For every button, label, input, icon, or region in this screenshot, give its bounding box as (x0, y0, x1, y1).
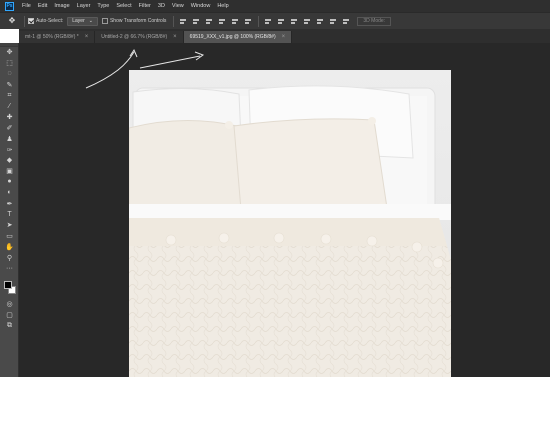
options-divider (24, 15, 25, 27)
path-select-tool-icon[interactable]: ➤ (0, 220, 19, 231)
document-tab-label: 69519_XXX_v1.jpg @ 100% (RGB/8#) (189, 34, 276, 40)
zoom-tool-icon[interactable]: ⚲ (0, 252, 19, 263)
menu-layer[interactable]: Layer (77, 3, 91, 9)
document-tab-active[interactable]: 69519_XXX_v1.jpg @ 100% (RGB/8#) × (183, 31, 293, 43)
menu-edit[interactable]: Edit (38, 3, 47, 9)
document-image-bedding[interactable] (129, 70, 451, 392)
auto-select-target-dropdown[interactable]: Layer ⌄ (67, 16, 98, 26)
align-vertical-centers-icon[interactable] (193, 17, 200, 25)
marquee-tool-icon[interactable]: ⬚ (0, 58, 19, 69)
move-tool-icon[interactable]: ✥ (0, 47, 19, 58)
document-tab-label: mt-1 @ 50% (RGB/8#) * (25, 34, 79, 40)
rectangle-tool-icon[interactable]: ▭ (0, 231, 19, 242)
3d-mode-label: 3D Mode: (357, 16, 392, 26)
move-tool-preset-icon[interactable]: ✥ (3, 15, 21, 27)
document-tab-bar: mt-1 @ 50% (RGB/8#) * × Untitled-2 @ 66.… (19, 29, 550, 43)
align-left-edges-icon[interactable] (219, 17, 226, 25)
close-icon[interactable]: × (282, 34, 286, 40)
auto-select-target-value: Layer (72, 17, 85, 24)
type-tool-icon[interactable]: T (0, 209, 19, 220)
menu-image[interactable]: Image (54, 3, 69, 9)
close-icon[interactable]: × (173, 34, 177, 40)
eraser-tool-icon[interactable]: ◆ (0, 155, 19, 166)
screen-mode-icon[interactable]: ▢ (0, 310, 19, 321)
options-divider (258, 15, 260, 27)
crop-tool-icon[interactable]: ⌗ (0, 90, 19, 101)
hand-tool-icon[interactable]: ✋ (0, 241, 19, 252)
menu-help[interactable]: Help (217, 3, 228, 9)
menu-view[interactable]: View (172, 3, 184, 9)
document-tab[interactable]: Untitled-2 @ 66.7% (RGB/8#) × (95, 31, 184, 43)
photoshop-logo-icon: Ps (5, 1, 14, 11)
healing-tool-icon[interactable]: ✚ (0, 112, 19, 123)
gradient-tool-icon[interactable]: ▣ (0, 166, 19, 177)
distribute-horizontal-centers-icon[interactable] (317, 17, 324, 25)
tools-panel: ✥ ⬚ ◌ ✎ ⌗ ⁄ ✚ ✐ ♟ ✑ ◆ ▣ ● ◐ ✒ T ➤ ▭ ✋ ⚲ … (0, 43, 19, 377)
menu-type[interactable]: Type (97, 3, 109, 9)
options-divider (173, 15, 175, 27)
auto-select-checkbox[interactable] (28, 18, 34, 24)
bedding-photo (129, 70, 451, 392)
menu-3d[interactable]: 3D (158, 3, 165, 9)
auto-align-layers-icon[interactable] (343, 17, 350, 25)
distribute-vertical-centers-icon[interactable] (278, 17, 285, 25)
show-transform-controls-label: Show Transform Controls (109, 18, 167, 24)
distribute-left-edges-icon[interactable] (304, 17, 311, 25)
canvas-workspace[interactable] (19, 43, 550, 392)
color-swatches[interactable] (0, 279, 18, 299)
blur-tool-icon[interactable]: ● (0, 177, 19, 188)
align-bottom-edges-icon[interactable] (206, 17, 213, 25)
quick-select-tool-icon[interactable]: ✎ (0, 79, 19, 90)
pen-tool-icon[interactable]: ✒ (0, 198, 19, 209)
align-horizontal-centers-icon[interactable] (232, 17, 239, 25)
align-top-edges-icon[interactable] (180, 17, 187, 25)
menu-window[interactable]: Window (191, 3, 211, 9)
close-icon[interactable]: × (85, 34, 89, 40)
lasso-tool-icon[interactable]: ◌ (0, 69, 19, 80)
document-tab[interactable]: mt-1 @ 50% (RGB/8#) * × (19, 31, 96, 43)
show-transform-controls-checkbox[interactable] (101, 18, 108, 24)
more-tools-icon[interactable]: ··· (0, 263, 19, 274)
brush-tool-icon[interactable]: ✐ (0, 123, 19, 134)
distribute-right-edges-icon[interactable] (330, 17, 337, 25)
dodge-tool-icon[interactable]: ◐ (0, 187, 19, 198)
menu-select[interactable]: Select (116, 3, 131, 9)
menu-file[interactable]: File (22, 3, 31, 9)
menu-bar: Ps File Edit Image Layer Type Select Fil… (0, 0, 550, 12)
auto-select-label: Auto-Select: (36, 18, 64, 24)
eyedropper-tool-icon[interactable]: ⁄ (0, 101, 19, 112)
quick-mask-icon[interactable]: ◎ (0, 299, 19, 310)
artboard-icon[interactable]: ⧉ (0, 320, 19, 331)
document-tab-label: Untitled-2 @ 66.7% (RGB/8#) (101, 34, 168, 40)
align-right-edges-icon[interactable] (245, 17, 252, 25)
distribute-top-edges-icon[interactable] (265, 17, 272, 25)
foreground-color-swatch[interactable] (4, 280, 12, 289)
page-margin (0, 377, 550, 421)
chevron-down-icon: ⌄ (88, 17, 93, 24)
history-brush-tool-icon[interactable]: ✑ (0, 144, 19, 155)
distribute-bottom-edges-icon[interactable] (291, 17, 298, 25)
stamp-tool-icon[interactable]: ♟ (0, 133, 19, 144)
menu-filter[interactable]: Filter (139, 3, 151, 9)
options-bar: ✥ Auto-Select: Layer ⌄ Show Transform Co… (0, 12, 550, 29)
